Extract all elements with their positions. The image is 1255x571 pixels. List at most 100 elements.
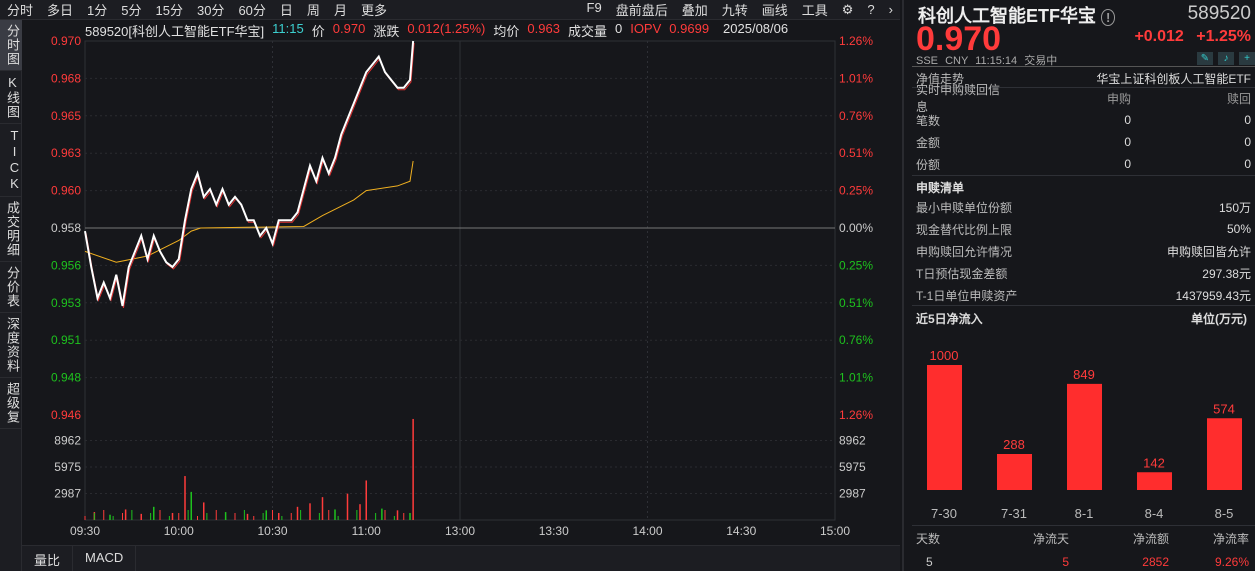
- price-tick: 0.946: [51, 408, 81, 422]
- time-tick: 15:00: [820, 524, 850, 538]
- price-tick: 0.960: [51, 184, 81, 198]
- rt-row: 份额 0 0: [916, 157, 1251, 172]
- flow-bar: [1207, 418, 1242, 490]
- time-tick: 14:00: [632, 524, 662, 538]
- summary-value: 9.26%: [1214, 555, 1249, 569]
- summary-value: 5: [926, 555, 933, 569]
- tab-macd[interactable]: MACD: [73, 546, 137, 571]
- list-row: 最小申赎单位份额 150万: [916, 200, 1251, 215]
- period-tab[interactable]: 分时: [0, 0, 40, 19]
- period-tab[interactable]: 多日: [40, 0, 80, 19]
- flow-date-label: 8-1: [1075, 506, 1094, 521]
- chevron-right-icon[interactable]: ›: [882, 2, 900, 17]
- list-title: 申赎清单: [916, 181, 965, 195]
- left-tabs: 分时图 K线图 TICK 成交明细 分价表 深度资料 超级复: [0, 20, 22, 571]
- period-tab[interactable]: 更多: [354, 0, 394, 19]
- left-tab[interactable]: 分价表: [0, 262, 22, 313]
- price-tick: 0.965: [51, 109, 81, 123]
- avg-price-line: [84, 160, 414, 263]
- period-tab[interactable]: 周: [300, 0, 327, 19]
- flow-value-label: 574: [1213, 401, 1235, 416]
- period-tab[interactable]: 月: [327, 0, 354, 19]
- list-row: 申购赎回允许情况 申购赎回皆允许: [916, 244, 1251, 259]
- security-code: 589520: [1187, 3, 1251, 24]
- price-tick: 0.956: [51, 258, 81, 272]
- period-tab[interactable]: 日: [273, 0, 300, 19]
- flow-bar: [1137, 472, 1172, 490]
- tab-volume-ratio[interactable]: 量比: [22, 546, 74, 571]
- list-row: T日预估现金差额 297.38元: [916, 266, 1251, 281]
- vol-tick-right: 8962: [839, 434, 866, 448]
- vol-tick-right: 5975: [839, 460, 866, 474]
- price-tick: 0.968: [51, 71, 81, 85]
- tool-button[interactable]: 九转: [715, 0, 755, 19]
- iopv-line: [85, 42, 415, 309]
- left-tab[interactable]: 深度资料: [0, 313, 22, 378]
- price-change: +0.012 +1.25%: [1134, 28, 1251, 45]
- flow-bar: [1067, 383, 1102, 490]
- period-tab[interactable]: 1分: [80, 0, 114, 19]
- flow-date-label: 7-30: [931, 506, 957, 521]
- pct-tick: 1.01%: [839, 371, 873, 385]
- rt-header: 实时申购赎回信息 申购 赎回: [916, 83, 1251, 114]
- price-line: [84, 40, 415, 307]
- left-tab[interactable]: TICK: [0, 124, 22, 197]
- flow-value-label: 849: [1073, 367, 1095, 382]
- vol-tick: 8962: [54, 434, 81, 448]
- left-tab[interactable]: 超级复: [0, 378, 22, 429]
- settings-icon[interactable]: ⚙: [835, 2, 861, 18]
- time-tick: 09:30: [70, 524, 100, 538]
- price-tick: 0.958: [51, 221, 81, 235]
- flow-bar: [927, 365, 962, 490]
- quote-info-line: 589520[科创人工智能ETF华宝] 11:15 价 0.970 涨跌 0.0…: [85, 21, 788, 40]
- summary-header: 净流天: [1032, 532, 1069, 546]
- help-icon[interactable]: ?: [860, 2, 881, 17]
- pct-tick: 0.51%: [839, 296, 873, 310]
- avg-value: 0.963: [527, 21, 560, 36]
- tool-button[interactable]: 工具: [795, 0, 835, 19]
- time-tick: 10:30: [257, 524, 287, 538]
- period-toolbar: 分时 多日 1分 5分 15分 30分 60分日周月更多 F9 盘前盘后 叠加 九转 画线 工具 ⚙ …: [0, 0, 900, 20]
- vol-tick: 2987: [54, 487, 81, 501]
- bell-icon[interactable]: ♪: [1218, 52, 1234, 65]
- tool-button[interactable]: F9: [580, 0, 609, 19]
- tool-button[interactable]: 叠加: [675, 0, 715, 19]
- flow-value-label: 288: [1003, 437, 1025, 452]
- summary-header: 净流率: [1212, 532, 1249, 546]
- flow-date-label: 8-4: [1145, 506, 1164, 521]
- period-tab[interactable]: 60分: [231, 0, 272, 19]
- indicator-tabs: 量比 MACD: [22, 545, 900, 571]
- pct-tick: 0.76%: [839, 109, 873, 123]
- period-tab[interactable]: 15分: [149, 0, 190, 19]
- flow-title: 近5日净流入: [916, 312, 983, 326]
- vol-tick-right: 2987: [839, 487, 866, 501]
- period-tab[interactable]: 5分: [114, 0, 148, 19]
- time-tick: 11:00: [352, 524, 381, 538]
- tool-button[interactable]: 盘前盘后: [609, 0, 675, 19]
- flow-value-label: 1000: [930, 348, 959, 363]
- list-row: T-1日单位申赎资产 1437959.43元: [916, 288, 1251, 303]
- plus-icon[interactable]: +: [1239, 52, 1255, 65]
- left-tab[interactable]: 成交明细: [0, 197, 22, 262]
- time-tick: 13:00: [445, 524, 475, 538]
- left-tab[interactable]: 分时图: [0, 20, 22, 71]
- period-tab[interactable]: 30分: [190, 0, 231, 19]
- right-panel: 科创人工智能ETF华宝 ! 589520 0.970 +0.012 +1.25%…: [902, 0, 1255, 571]
- pct-tick: 1.26%: [839, 408, 873, 422]
- pct-tick: 1.01%: [839, 71, 873, 85]
- info-icon[interactable]: !: [1101, 9, 1116, 26]
- info-time: 11:15: [272, 21, 304, 36]
- pct-tick: 0.51%: [839, 146, 873, 160]
- summary-value: 5: [1062, 555, 1069, 569]
- edit-icon[interactable]: ✎: [1197, 52, 1213, 65]
- intraday-chart[interactable]: 0.970 1.26% 0.968 1.01% 0.965 0.76% 0.963 0.51%…: [22, 20, 900, 545]
- pct-tick: 0.25%: [839, 184, 873, 198]
- tool-button[interactable]: 画线: [755, 0, 795, 19]
- flow-date-label: 7-31: [1001, 506, 1027, 521]
- price-tick: 0.953: [51, 296, 81, 310]
- volume-value: 0: [614, 21, 623, 36]
- price-tick: 0.951: [51, 333, 81, 347]
- pct-tick: 0.25%: [839, 258, 873, 272]
- vol-tick: 5975: [54, 460, 81, 474]
- left-tab[interactable]: K线图: [0, 71, 22, 124]
